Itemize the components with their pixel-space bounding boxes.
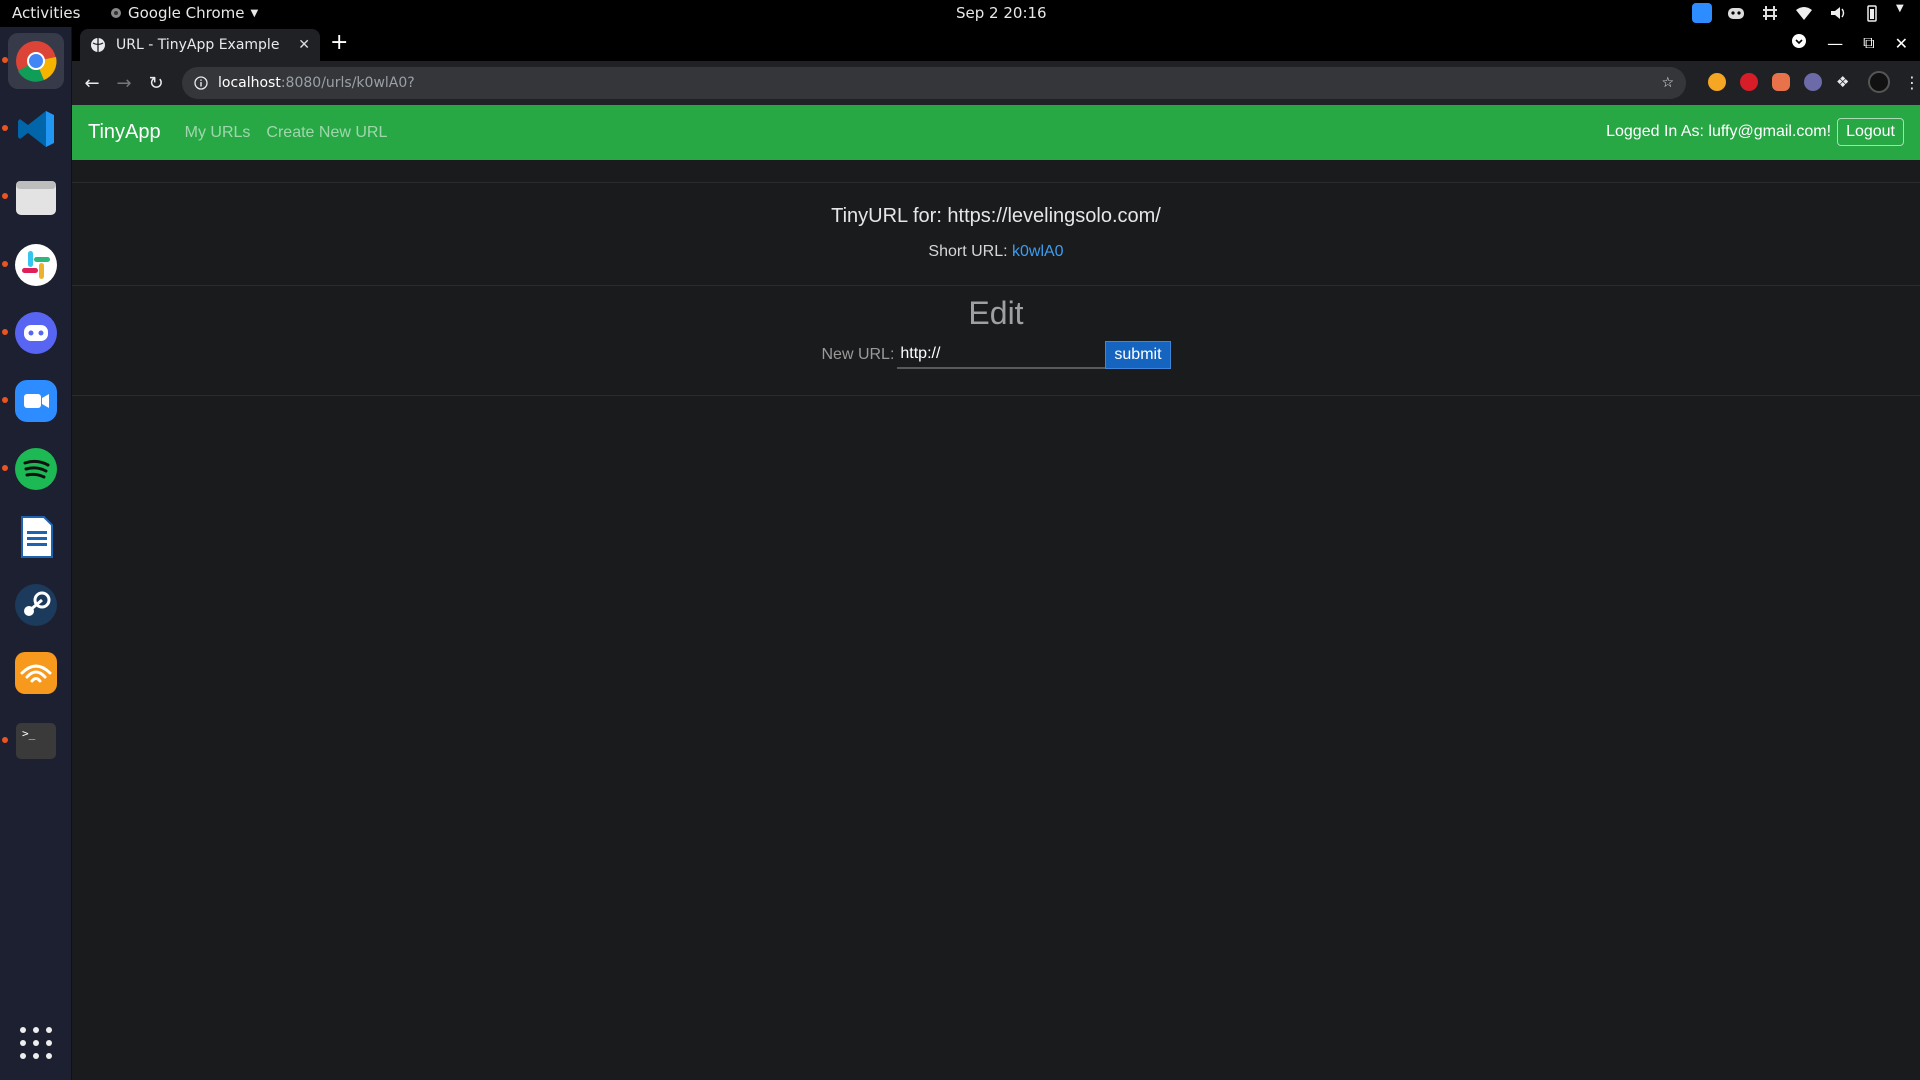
card-title: TinyURL for: https://levelingsolo.com/ <box>831 205 1161 227</box>
slack-tray-icon[interactable] <box>1760 3 1780 23</box>
new-url-input[interactable] <box>897 341 1106 369</box>
user-area: Logged In As: luffy@gmail.com! Logout <box>1606 118 1904 146</box>
chevron-down-icon: ▼ <box>250 7 259 19</box>
discord-icon <box>15 312 57 354</box>
zoom-icon <box>15 380 57 422</box>
logged-in-text: Logged In As: luffy@gmail.com! <box>1606 123 1832 140</box>
tab-tinyapp[interactable]: URL - TinyApp Example ✕ <box>80 29 320 61</box>
discord-launcher[interactable] <box>8 305 64 361</box>
window-controls: — ⧉ ✕ <box>1791 33 1908 53</box>
new-tab-button[interactable]: + <box>330 30 348 55</box>
running-indicator <box>2 125 8 131</box>
logout-button[interactable]: Logout <box>1837 118 1904 146</box>
nav-create-new-url[interactable]: Create New URL <box>266 124 387 142</box>
purple-extension-icon[interactable] <box>1804 73 1822 91</box>
audible-icon <box>15 652 57 694</box>
url-text: localhost:8080/urls/k0wlA0? <box>218 75 415 91</box>
app-menu[interactable]: Google Chrome ▼ <box>110 4 258 22</box>
browser-window: URL - TinyApp Example ✕ + — ⧉ ✕ ← → ↻ lo… <box>72 27 1920 1080</box>
tab-search-icon[interactable] <box>1791 33 1807 53</box>
files-icon <box>16 181 56 215</box>
short-url-line: Short URL: k0wlA0 <box>72 243 1920 261</box>
orange-extension-icon[interactable] <box>1772 73 1790 91</box>
chrome-small-icon <box>111 8 121 18</box>
dock: >_ <box>0 27 72 1080</box>
slack-icon <box>15 244 57 286</box>
slack-launcher[interactable] <box>8 237 64 293</box>
activities-button[interactable]: Activities <box>12 4 80 22</box>
audible-launcher[interactable] <box>8 645 64 701</box>
close-window-icon[interactable]: ✕ <box>1895 34 1908 53</box>
files-launcher[interactable] <box>8 169 64 225</box>
red-extension-icon[interactable] <box>1740 73 1758 91</box>
terminal-icon: >_ <box>16 723 56 759</box>
running-indicator <box>2 737 8 743</box>
spotify-icon <box>15 448 57 490</box>
bookmark-star-icon[interactable]: ☆ <box>1661 75 1674 91</box>
app-menu-label: Google Chrome <box>128 4 245 22</box>
running-indicator <box>2 193 8 199</box>
kebab-menu-icon[interactable]: ⋮ <box>1904 73 1920 92</box>
chrome-launcher[interactable] <box>8 33 64 89</box>
close-icon[interactable]: ✕ <box>298 37 310 53</box>
profile-avatar[interactable] <box>1868 71 1890 93</box>
minimize-icon[interactable]: — <box>1827 34 1843 53</box>
edit-heading: Edit <box>968 295 1024 331</box>
battery-icon[interactable] <box>1862 3 1882 23</box>
running-indicator <box>2 261 8 267</box>
new-url-label: New URL: <box>821 346 895 363</box>
terminal-launcher[interactable]: >_ <box>8 713 64 769</box>
show-applications-icon[interactable] <box>20 1027 52 1059</box>
discord-tray-icon[interactable] <box>1726 3 1746 23</box>
spotify-launcher[interactable] <box>8 441 64 497</box>
page-content: TinyApp My URLs Create New URL Logged In… <box>72 105 1920 1080</box>
running-indicator <box>2 397 8 403</box>
volume-icon[interactable] <box>1828 3 1848 23</box>
nav-my-urls[interactable]: My URLs <box>185 124 251 142</box>
running-indicator <box>2 465 8 471</box>
zoom-launcher[interactable] <box>8 373 64 429</box>
system-top-bar: Activities Google Chrome ▼ Sep 2 20:16 ▼ <box>0 0 1920 27</box>
app-navbar: TinyApp My URLs Create New URL Logged In… <box>72 105 1920 160</box>
chevron-down-icon[interactable]: ▼ <box>1896 3 1908 23</box>
short-url-link[interactable]: k0wlA0 <box>1012 243 1064 260</box>
reload-icon[interactable]: ↻ <box>140 73 172 94</box>
extensions-bar: ❖ ⋮ <box>1708 71 1920 93</box>
back-arrow-icon[interactable]: ← <box>76 73 108 94</box>
url-card: TinyURL for: https://levelingsolo.com/ S… <box>72 182 1920 396</box>
browser-toolbar: ← → ↻ localhost:8080/urls/k0wlA0? ☆ ❖ ⋮ <box>72 61 1920 105</box>
card-header: TinyURL for: https://levelingsolo.com/ S… <box>72 183 1920 286</box>
tab-title: URL - TinyApp Example <box>116 37 280 53</box>
vscode-icon <box>18 111 54 147</box>
address-bar[interactable]: localhost:8080/urls/k0wlA0? ☆ <box>182 67 1686 99</box>
running-indicator <box>2 57 8 63</box>
edit-form: New URL: submit <box>72 341 1920 369</box>
steam-icon <box>15 584 57 626</box>
brand-link[interactable]: TinyApp <box>88 121 161 144</box>
info-icon[interactable] <box>194 76 208 90</box>
vscode-launcher[interactable] <box>8 101 64 157</box>
tab-strip: URL - TinyApp Example ✕ + — ⧉ ✕ <box>72 27 1920 61</box>
libreoffice-writer-icon <box>21 516 53 558</box>
chrome-icon <box>16 41 57 82</box>
wifi-icon[interactable] <box>1794 3 1814 23</box>
steam-launcher[interactable] <box>8 577 64 633</box>
clock[interactable]: Sep 2 20:16 <box>956 4 1047 22</box>
puzzle-icon[interactable]: ❖ <box>1836 73 1854 91</box>
globe-icon <box>91 38 105 52</box>
short-url-label: Short URL: <box>928 243 1008 260</box>
zoom-tray-icon[interactable] <box>1692 3 1712 23</box>
running-indicator <box>2 329 8 335</box>
svg-text:>_: >_ <box>22 727 36 740</box>
submit-button[interactable]: submit <box>1105 341 1171 369</box>
system-tray: ▼ <box>1692 3 1908 23</box>
bulb-extension-icon[interactable] <box>1708 73 1726 91</box>
writer-launcher[interactable] <box>8 509 64 565</box>
forward-arrow-icon[interactable]: → <box>108 73 140 94</box>
maximize-icon[interactable]: ⧉ <box>1863 33 1874 53</box>
